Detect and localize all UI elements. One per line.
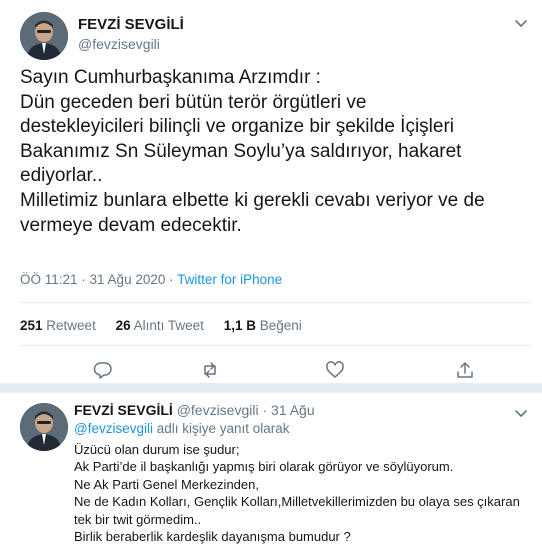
reply-author-line[interactable]: FEVZİ SEVGİLİ @fevzisevgili · 31 Ağu xyxy=(74,402,315,418)
tweet-text-line: Bakanımız Sn Süleyman Soylu’ya saldırıyo… xyxy=(20,140,462,162)
share-icon[interactable] xyxy=(455,360,475,380)
tweet-timestamp[interactable]: ÖÖ 11:21 · 31 Ağu 2020 · xyxy=(20,272,177,287)
tweet-text-line: destekleyicileri bilinçli ve organize bi… xyxy=(20,116,455,138)
author-avatar[interactable] xyxy=(20,12,68,60)
reply-text-line: Üzücü olan durum ise şudur; xyxy=(74,442,240,457)
quotes-stat[interactable]: 26 Alıntı Tweet xyxy=(116,318,204,333)
replying-suffix: adlı kişiye yanıt olarak xyxy=(152,421,290,436)
reply-icon[interactable] xyxy=(93,360,113,380)
tweet-text-line: ediyorlar.. xyxy=(20,165,103,187)
section-gap xyxy=(0,383,542,393)
quotes-label: Alıntı Tweet xyxy=(133,318,204,333)
retweets-label: Retweet xyxy=(46,318,96,333)
author-handle[interactable]: @fevzisevgili xyxy=(78,36,160,52)
tweet-text-line: Sayın Cumhurbaşkanıma Arzımdır : xyxy=(20,67,321,88)
reply-author-avatar[interactable] xyxy=(20,403,68,451)
reply-text-line: Ne Ak Parti Genel Merkezinden, xyxy=(74,476,259,492)
retweets-stat[interactable]: 251 Retweet xyxy=(20,318,96,333)
chevron-down-icon[interactable] xyxy=(512,404,530,422)
reply-text-line: tek bir twit görmedim.. xyxy=(74,511,202,527)
reply-author-handle-date: @fevzisevgili · 31 Ağu xyxy=(176,402,315,418)
reply-text-line: Birlik beraberlik kardeşlik dayanışma bu… xyxy=(74,529,351,545)
tweet-text-line: Dün geceden beri bütün terör örgütleri v… xyxy=(20,91,367,113)
chevron-down-icon[interactable] xyxy=(512,14,530,32)
quotes-count: 26 xyxy=(115,318,131,333)
divider xyxy=(20,302,530,303)
reply-author-name: FEVZİ SEVGİLİ xyxy=(74,402,173,418)
reply-text: Üzücü olan durum ise şudur; Ak Parti’de … xyxy=(74,441,520,545)
tweet-meta: ÖÖ 11:21 · 31 Ağu 2020 · Twitter for iPh… xyxy=(20,272,282,287)
divider xyxy=(20,345,530,346)
retweets-count: 251 xyxy=(20,318,43,333)
author-name[interactable]: FEVZİ SEVGİLİ xyxy=(78,16,184,33)
retweet-icon[interactable] xyxy=(200,360,220,380)
like-icon[interactable] xyxy=(325,360,345,380)
replying-mention[interactable]: @fevzisevgili xyxy=(74,421,153,436)
replying-to: @fevzisevgili adlı kişiye yanıt olarak xyxy=(74,421,290,436)
tweet-stats: 251 Retweet 26 Alıntı Tweet 1,1 B Beğeni xyxy=(20,318,318,333)
likes-stat[interactable]: 1,1 B Beğeni xyxy=(224,318,302,333)
reply-text-line: Ak Parti’de il başkanlığı yapmış biri ol… xyxy=(74,459,454,475)
tweet-text: Sayın Cumhurbaşkanıma Arzımdır : Dün gec… xyxy=(20,66,525,238)
tweet-text-line: vermeye devam edecektir. xyxy=(20,214,242,236)
likes-count: 1,1 B xyxy=(223,318,256,333)
reply-text-line: Ne de Kadın Kolları, Gençlik Kolları,Mil… xyxy=(74,494,520,510)
tweet-text-line: Milletimiz bunlara elbette ki gerekli ce… xyxy=(20,189,485,211)
tweet-source[interactable]: Twitter for iPhone xyxy=(177,272,282,287)
likes-label: Beğeni xyxy=(259,318,302,333)
